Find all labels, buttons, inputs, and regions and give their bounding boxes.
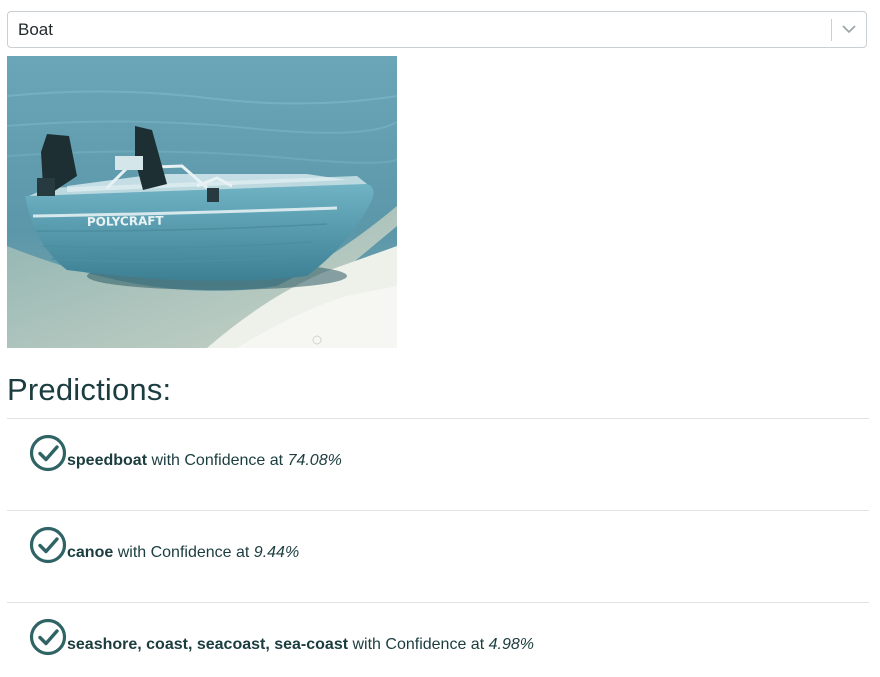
prediction-label: canoe (67, 544, 114, 561)
check-circle-icon (29, 526, 67, 564)
prediction-item: canoe with Confidence at 9.44% (29, 526, 859, 566)
boat-image: POLYCRAFT (7, 56, 397, 348)
divider (7, 510, 869, 511)
divider (7, 418, 869, 419)
divider (7, 602, 869, 603)
prediction-label: speedboat (67, 452, 148, 469)
prediction-confidence: 4.98% (488, 636, 534, 653)
image-select[interactable]: Boat (7, 11, 867, 48)
prediction-middle: with Confidence at (352, 636, 485, 653)
hull-text: POLYCRAFT (87, 214, 165, 229)
chevron-down-icon[interactable] (832, 12, 866, 48)
select-value: Boat (18, 19, 53, 39)
prediction-label: seashore, coast, seacoast, sea-coast (67, 636, 349, 653)
prediction-middle: with Confidence at (117, 544, 250, 561)
prediction-confidence: 74.08% (287, 452, 342, 469)
check-circle-icon (29, 618, 67, 656)
prediction-middle: with Confidence at (151, 452, 284, 469)
prediction-confidence: 9.44% (253, 544, 300, 561)
prediction-item: speedboat with Confidence at 74.08% (29, 434, 859, 474)
prediction-item: seashore, coast, seacoast, sea-coast wit… (29, 618, 859, 658)
predictions-heading: Predictions: (7, 372, 172, 407)
check-circle-icon (29, 434, 67, 472)
